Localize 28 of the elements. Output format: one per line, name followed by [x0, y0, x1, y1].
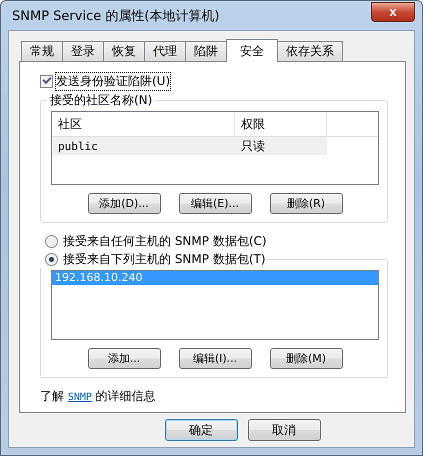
dialog-button[interactable]: 取消	[248, 419, 320, 441]
tab[interactable]: 安全	[226, 39, 278, 62]
tab[interactable]: 登录	[62, 41, 104, 61]
snmp-link[interactable]: SNMP	[68, 392, 92, 403]
window-title: SNMP Service 的属性(本地计算机)	[11, 8, 220, 24]
radio-option[interactable]: 接受来自任何主机的 SNMP 数据包(C)	[40, 232, 388, 250]
radio-option[interactable]: 接受来自下列主机的 SNMP 数据包(T)	[40, 250, 266, 268]
push-button[interactable]: 编辑(E)...	[178, 193, 252, 214]
push-button[interactable]: 编辑(I)...	[178, 348, 252, 369]
push-button[interactable]: 删除(R)	[270, 193, 342, 214]
tab[interactable]: 恢复	[103, 41, 145, 61]
close-button[interactable]: x	[371, 2, 415, 22]
column-header[interactable]: 社区	[52, 112, 235, 136]
info-text: 了解 SNMP 的详细信息	[40, 389, 156, 403]
tab[interactable]: 代理	[144, 41, 186, 61]
table-cell-text: public	[57, 140, 99, 152]
checkbox-option[interactable]: 发送身份验证陷阱(U)	[40, 72, 388, 90]
group-title: 接受的社区名称(N)	[47, 92, 156, 109]
tab[interactable]: 常规	[21, 41, 63, 61]
dialog-button[interactable]: 确定	[164, 419, 238, 441]
push-button[interactable]: 添加(D)...	[88, 193, 160, 214]
column-header[interactable]: 权限	[235, 112, 327, 136]
push-button[interactable]: 添加...	[88, 348, 160, 369]
table-cell-text: 只读	[240, 138, 265, 154]
push-button[interactable]: 删除(M)	[270, 348, 342, 369]
tab[interactable]: 依存关系	[277, 41, 343, 61]
list-row[interactable]: public 只读	[52, 137, 327, 155]
tab[interactable]: 陷阱	[185, 41, 227, 61]
